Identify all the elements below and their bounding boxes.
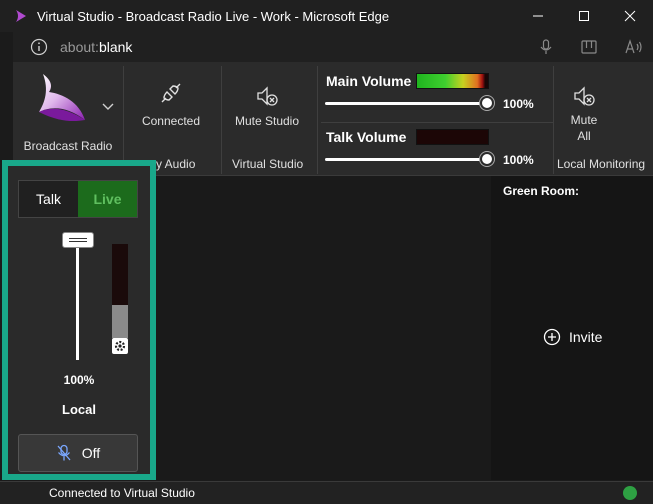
connected-label: Connected [141, 114, 201, 128]
app-name-label: Broadcast Radio [23, 139, 113, 153]
local-fader-percent: 100% [63, 373, 95, 387]
toolbar-ribbon: Broadcast Radio Connected y Audio Mute S… [13, 62, 653, 176]
divider [123, 66, 124, 174]
main-volume-meter [416, 73, 489, 89]
group-label-local-monitoring: Local Monitoring [557, 157, 646, 171]
talk-volume-slider-thumb[interactable] [480, 152, 494, 166]
mute-all-button[interactable]: Mute All [559, 84, 609, 144]
address-bar: about:blank [13, 32, 653, 62]
local-channel-strip: Talk Live 100% Local Off [8, 166, 150, 474]
invite-button[interactable]: Invite [543, 328, 602, 346]
talk-volume-meter [416, 129, 489, 145]
live-button[interactable]: Live [78, 181, 137, 217]
local-fader-track[interactable] [76, 236, 79, 360]
read-aloud-icon[interactable] [625, 39, 643, 55]
talk-button[interactable]: Talk [19, 181, 78, 217]
address-bar-actions [539, 32, 643, 62]
close-icon [624, 10, 636, 22]
window-title: Virtual Studio - Broadcast Radio Live - … [37, 8, 390, 24]
maximize-button[interactable] [561, 0, 607, 32]
app-window: Virtual Studio - Broadcast Radio Live - … [0, 0, 653, 504]
window-controls [515, 0, 653, 32]
mic-off-button[interactable]: Off [18, 434, 138, 472]
speaker-muted-icon [257, 86, 278, 106]
mute-all-line1: Mute [570, 113, 598, 127]
connected-button[interactable]: Connected [129, 80, 213, 128]
info-icon[interactable] [30, 38, 48, 56]
minimize-button[interactable] [515, 0, 561, 32]
url-prefix: about: [60, 39, 99, 55]
close-button[interactable] [607, 0, 653, 32]
invite-label: Invite [569, 329, 603, 345]
local-channel-name: Local [62, 402, 96, 417]
local-fader-knob[interactable] [62, 232, 94, 248]
mic-off-label: Off [81, 445, 101, 461]
microphone-icon[interactable] [539, 39, 553, 55]
app-logo-icon [16, 10, 26, 22]
url-value: blank [98, 39, 133, 55]
mute-all-label: Mute All [559, 112, 609, 144]
talk-volume-slider[interactable] [325, 158, 487, 161]
divider [317, 66, 318, 174]
talk-volume-label: Talk Volume [326, 129, 407, 145]
local-level-meter [112, 244, 128, 338]
title-bar: Virtual Studio - Broadcast Radio Live - … [0, 0, 653, 32]
mute-all-line2: All [577, 129, 591, 143]
app-switcher[interactable]: Broadcast Radio [13, 62, 123, 176]
url-field[interactable]: about:blank [60, 39, 132, 55]
chevron-down-icon [102, 103, 114, 110]
divider [221, 66, 222, 174]
broadcast-radio-logo-icon [39, 74, 85, 122]
main-volume-label: Main Volume [326, 73, 412, 89]
main-volume-slider-thumb[interactable] [480, 96, 494, 110]
status-text: Connected to Virtual Studio [49, 486, 195, 500]
divider [321, 122, 553, 123]
speaker-muted-icon [574, 86, 595, 106]
gear-icon[interactable] [112, 338, 128, 354]
mute-studio-label: Mute Studio [234, 114, 300, 128]
main-volume-slider[interactable] [325, 102, 487, 105]
green-room-title: Green Room: [503, 184, 580, 198]
status-bar: Connected to Virtual Studio [0, 481, 653, 504]
microphone-off-icon [57, 444, 71, 461]
maximize-icon [579, 11, 589, 21]
divider [553, 66, 554, 174]
mute-studio-button[interactable]: Mute Studio [227, 84, 307, 128]
media-icon[interactable] [581, 40, 597, 54]
status-ok-icon [623, 486, 637, 500]
talk-live-toggle: Talk Live [18, 180, 138, 218]
talk-volume-percent: 100% [503, 153, 534, 167]
local-level-meter-fill [112, 305, 128, 338]
group-label-audio: y Audio [156, 157, 196, 171]
green-room-panel: Green Room: Invite [491, 176, 653, 480]
minimize-icon [533, 15, 543, 17]
plus-circle-icon [543, 328, 561, 346]
plug-connected-icon [161, 83, 181, 103]
main-volume-percent: 100% [503, 97, 534, 111]
group-label-virtual-studio: Virtual Studio [232, 157, 304, 171]
